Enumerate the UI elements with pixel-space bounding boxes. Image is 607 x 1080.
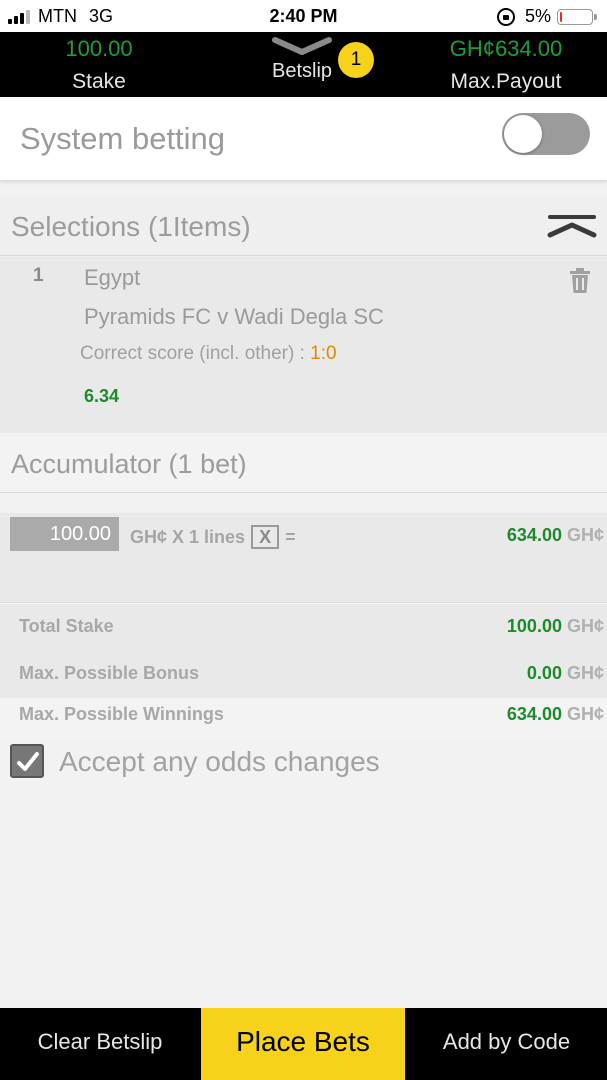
result-value: 634.00 bbox=[506, 525, 562, 545]
selection-odds: 6.34 bbox=[84, 386, 120, 406]
selection-pick: 1:0 bbox=[310, 343, 337, 364]
bonus-label: Max. Possible Bonus bbox=[19, 663, 200, 683]
winnings-currency: GH¢ bbox=[566, 704, 604, 724]
place-bets-button[interactable]: Place Bets bbox=[201, 1008, 405, 1080]
selection-country: Egypt bbox=[84, 265, 141, 290]
rotation-lock-icon bbox=[496, 7, 515, 26]
betslip-header[interactable]: 100.00 Stake Betslip GH¢634.00 Max.Payou… bbox=[0, 32, 607, 97]
accept-odds-row: Accept any odds changes bbox=[0, 740, 607, 784]
bonus-value: 0.00 bbox=[526, 663, 562, 683]
payout-value: GH¢634.00 bbox=[449, 36, 563, 61]
bonus-amount: 0.00 GH¢ bbox=[527, 663, 604, 684]
total-stake-label: Total Stake bbox=[19, 616, 114, 636]
total-stake-row: Total Stake 100.00 GH¢ bbox=[0, 612, 607, 642]
status-bar: MTN 3G 2:40 PM 5% bbox=[0, 0, 607, 32]
winnings-value: 634.00 bbox=[506, 704, 562, 724]
winnings-label: Max. Possible Winnings bbox=[19, 704, 224, 724]
total-stake-amount: 100.00 GH¢ bbox=[507, 616, 604, 637]
selection-market: Correct score (incl. other) : 1:0 bbox=[80, 343, 337, 365]
payout-label: Max.Payout bbox=[450, 70, 562, 93]
multiply-box: X bbox=[251, 525, 280, 549]
accumulator-stake-row: 100.00 GH¢ X 1 lines X = 634.00 GH¢ bbox=[0, 513, 607, 603]
chevron-up-icon[interactable] bbox=[546, 213, 598, 241]
selection-market-label: Correct score (incl. other) : bbox=[80, 343, 311, 364]
accept-odds-label: Accept any odds changes bbox=[59, 746, 380, 777]
checkmark-icon bbox=[17, 752, 39, 771]
stake-input[interactable]: 100.00 bbox=[10, 517, 119, 551]
bottom-action-bar: Clear Betslip Place Bets Add by Code bbox=[0, 1008, 607, 1080]
toggle-knob bbox=[504, 115, 542, 153]
totals-block: Total Stake 100.00 GH¢ Max. Possible Bon… bbox=[0, 604, 607, 698]
accept-odds-checkbox[interactable] bbox=[10, 744, 44, 778]
system-betting-row: System betting bbox=[0, 97, 607, 181]
stake-formula: GH¢ X 1 lines X = bbox=[130, 525, 296, 549]
battery-percent: 5% bbox=[524, 6, 551, 26]
trash-icon[interactable] bbox=[569, 268, 591, 294]
accumulator-header: Accumulator (1 bet) bbox=[0, 433, 607, 493]
system-betting-toggle[interactable] bbox=[502, 113, 590, 155]
battery-icon bbox=[557, 8, 597, 25]
payout-summary: GH¢634.00 Max.Payout bbox=[405, 32, 607, 94]
stake-result: 634.00 GH¢ bbox=[507, 525, 604, 546]
stake-value: 100.00 bbox=[65, 36, 133, 61]
bonus-currency: GH¢ bbox=[566, 663, 604, 683]
selections-header: Selections (1Items) bbox=[0, 195, 607, 256]
add-by-code-button[interactable]: Add by Code bbox=[406, 1008, 607, 1080]
chevron-down-icon[interactable] bbox=[271, 36, 333, 58]
bonus-row: Max. Possible Bonus 0.00 GH¢ bbox=[0, 659, 607, 689]
total-stake-currency: GH¢ bbox=[566, 616, 604, 636]
battery-level bbox=[560, 11, 562, 22]
winnings-amount: 634.00 GH¢ bbox=[507, 704, 604, 725]
selections-title: Selections (1Items) bbox=[11, 211, 251, 242]
formula-text: GH¢ X 1 lines bbox=[130, 526, 246, 547]
equals-sign: = bbox=[285, 526, 296, 547]
clear-betslip-button[interactable]: Clear Betslip bbox=[0, 1008, 200, 1080]
result-currency: GH¢ bbox=[566, 525, 604, 545]
selection-match: Pyramids FC v Wadi Degla SC bbox=[84, 304, 384, 329]
system-betting-label: System betting bbox=[20, 121, 226, 156]
stake-label: Stake bbox=[72, 70, 126, 93]
selection-item: 1 Egypt Pyramids FC v Wadi Degla SC Corr… bbox=[0, 257, 607, 433]
winnings-row: Max. Possible Winnings 634.00 GH¢ bbox=[0, 700, 607, 740]
accumulator-title: Accumulator (1 bet) bbox=[11, 449, 247, 479]
betslip-count-badge: 1 bbox=[338, 42, 374, 78]
status-right: 5% bbox=[496, 6, 597, 27]
selection-number: 1 bbox=[33, 265, 44, 286]
stake-summary: 100.00 Stake bbox=[0, 32, 198, 94]
total-stake-value: 100.00 bbox=[506, 616, 562, 636]
